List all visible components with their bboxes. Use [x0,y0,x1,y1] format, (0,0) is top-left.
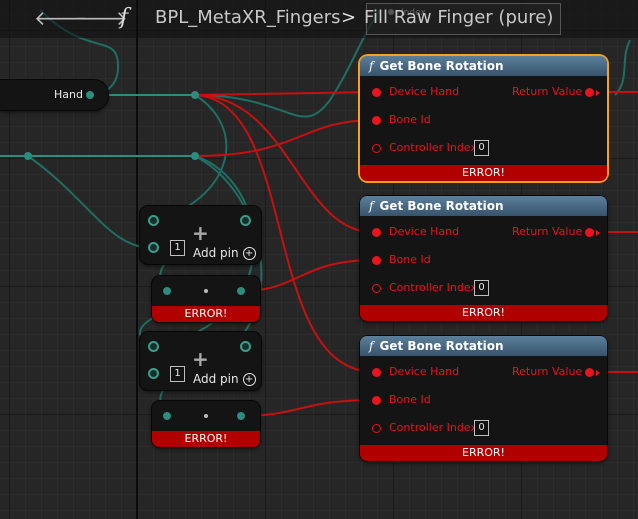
return-value-label: Return Value [512,85,583,98]
controller-index-input[interactable]: 0 [474,420,489,436]
convert-node-1[interactable]: ERROR! [152,276,260,322]
function-icon: f [120,5,129,30]
return-value-pin[interactable] [585,368,594,377]
teal-wire [614,39,631,96]
node-header: f Get Bone Rotation [360,56,607,76]
breadcrumb-blueprint[interactable]: BPL_MetaXR_Fingers [155,7,341,28]
add-input-b-pin[interactable] [148,368,159,379]
error-banner: ERROR! [360,165,607,181]
add-node-2[interactable]: 1 + Add pin + [140,332,261,390]
add-output-pin[interactable] [240,215,251,226]
controller-index-pin[interactable] [372,284,381,293]
convert-output-pin[interactable] [237,412,245,420]
hand-node[interactable]: Hand [0,80,108,110]
bone-id-pin[interactable] [372,116,381,125]
get-bone-rotation-node-2[interactable]: f Get Bone Rotation Device Hand Return Va… [360,196,607,321]
controller-index-label: Controller Index [389,141,477,154]
add-input-b-value[interactable]: 1 [170,240,185,256]
reroute-knot [191,91,199,99]
controller-index-label: Controller Index [389,421,477,434]
controller-index-input[interactable]: 0 [474,140,489,156]
convert-input-pin[interactable] [163,412,171,420]
breadcrumb-separator: > [341,7,357,28]
bone-id-label: Bone Id [389,253,431,266]
add-node-1[interactable]: 1 + Add pin + [140,206,261,264]
function-icon: f [369,199,374,213]
error-banner: ERROR! [152,306,260,322]
bone-id-label: Bone Id [389,113,431,126]
bone-id-pin[interactable] [372,256,381,265]
device-hand-label: Device Hand [389,225,460,238]
convert-operator [204,414,208,418]
add-operator: + [192,347,209,371]
add-pin-button[interactable]: Add pin + [193,372,256,386]
device-hand-pin[interactable] [372,368,381,377]
controller-index-pin[interactable] [372,424,381,433]
return-value-arrow [596,230,600,236]
hand-label: Hand [54,88,83,101]
return-value-arrow [596,90,600,96]
return-value-pin[interactable] [585,88,594,97]
convert-input-pin[interactable] [163,287,171,295]
red-wire [240,399,376,417]
plus-circle-icon: + [242,247,256,260]
reroute-knot [191,152,199,160]
function-icon: f [369,59,374,73]
device-hand-pin[interactable] [372,228,381,237]
return-value-label: Return Value [512,225,583,238]
controller-index-input[interactable]: 0 [474,280,489,296]
plus-circle-icon: + [242,373,256,386]
add-operator: + [192,221,209,245]
bone-id-pin[interactable] [372,396,381,405]
teal-wire [27,155,156,250]
error-banner: ERROR! [360,305,607,321]
convert-output-pin[interactable] [237,287,245,295]
error-banner: ERROR! [152,431,260,447]
get-bone-rotation-node-3[interactable]: f Get Bone Rotation Device Hand Return Va… [360,336,607,461]
add-input-a-pin[interactable] [148,341,159,352]
add-input-b-value[interactable]: 1 [170,366,185,382]
error-banner: ERROR! [360,445,607,461]
controller-index-label: Controller Index [389,281,477,294]
add-input-b-pin[interactable] [148,242,159,253]
convert-node-2[interactable]: ERROR! [152,401,260,447]
controller-index-pin[interactable] [372,144,381,153]
red-wire [194,91,376,96]
return-value-arrow [596,370,600,376]
hand-output-pin[interactable] [86,91,94,99]
device-hand-label: Device Hand [389,85,460,98]
add-input-a-pin[interactable] [148,215,159,226]
get-bone-rotation-node-1[interactable]: f Get Bone Rotation Device Hand Return Va… [360,56,607,181]
node-header: f Get Bone Rotation [360,196,607,216]
add-output-pin[interactable] [240,341,251,352]
return-value-label: Return Value [512,365,583,378]
node-header: f Get Bone Rotation [360,336,607,356]
device-hand-pin[interactable] [372,88,381,97]
teal-wire [154,94,228,221]
add-pin-button[interactable]: Add pin + [193,246,256,260]
reroute-knot [24,152,32,160]
function-icon: f [369,339,374,353]
breadcrumb-function[interactable]: Fill Raw Finger (pure) [364,7,553,28]
bone-id-label: Bone Id [389,393,431,406]
convert-operator [204,289,208,293]
device-hand-label: Device Hand [389,365,460,378]
return-value-pin[interactable] [585,228,594,237]
